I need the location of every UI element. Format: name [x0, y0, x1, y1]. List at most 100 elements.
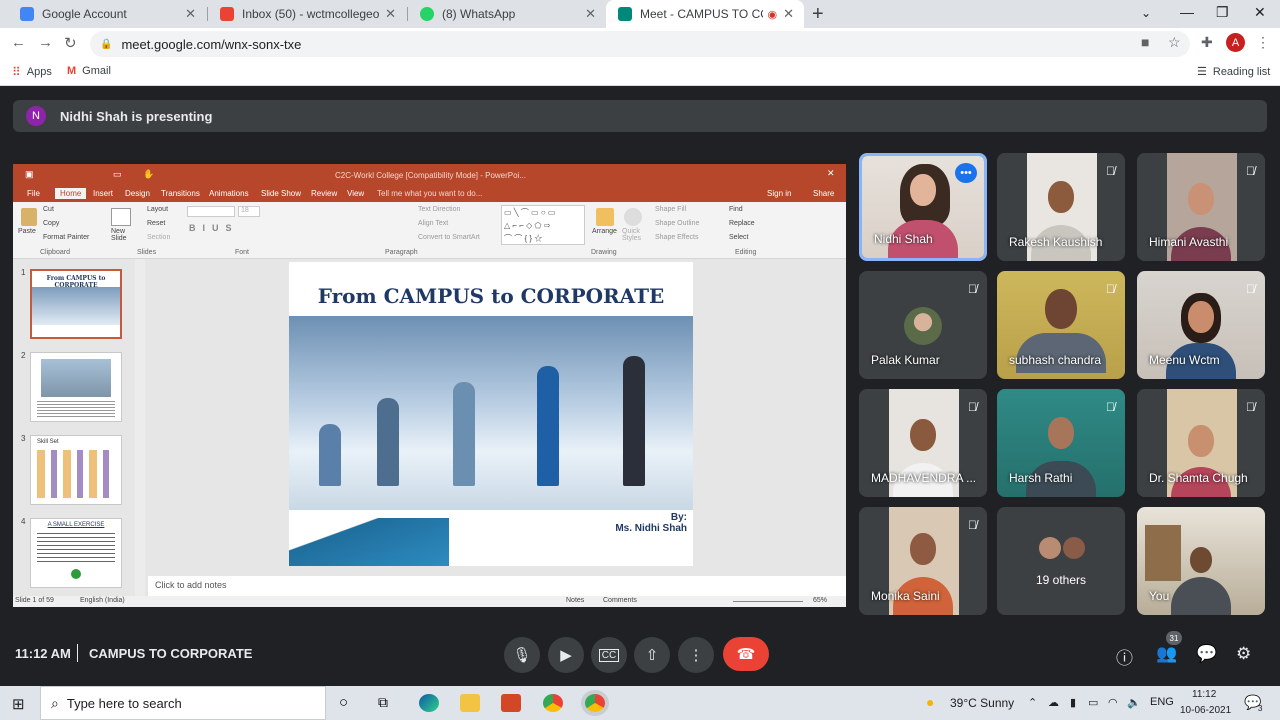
chat-icon: 💬 [1196, 644, 1218, 663]
tray-chevron-icon[interactable]: ⌃ [1028, 696, 1037, 709]
edge-icon[interactable] [419, 694, 439, 712]
close-tab-icon[interactable]: ✕ [585, 6, 596, 22]
powerpoint-taskbar-icon[interactable] [501, 694, 521, 712]
figure-student-3 [537, 366, 559, 486]
participant-tile-madhavendra[interactable]: 🎙̸ MADHAVENDRA ... [859, 389, 987, 497]
microphone-button[interactable]: 🎙 [504, 637, 540, 673]
quick-styles-icon [624, 208, 642, 226]
ppt-arrange: Arrange [592, 228, 617, 235]
ppt-replace: Replace [729, 220, 755, 227]
present-button[interactable]: ⇧ [634, 637, 670, 673]
windows-taskbar: ⊞ ⌕ Type here to search ○ ⧉ ● 39°C Sunny… [0, 686, 1280, 720]
thumb-number: 1 [21, 268, 26, 277]
tab-gmail-inbox[interactable]: Inbox (50) - wctmcollegeofmana ✕ [208, 0, 406, 28]
task-view-icon[interactable]: ⧉ [378, 694, 388, 711]
participant-tile-subhash-chandra[interactable]: 🎙̸ subhash chandra [997, 271, 1125, 379]
slide-thumbnail-4: A SMALL EXERCISE [30, 518, 122, 588]
slide-thumbnail-1: From CAMPUS to CORPORATE [30, 269, 122, 339]
participant-tile-harsh-rathi[interactable]: 🎙̸ Harsh Rathi [997, 389, 1125, 497]
bookmark-star-icon[interactable]: ☆ [1168, 34, 1181, 51]
participant-tile-palak-kumar[interactable]: 🎙̸ Palak Kumar [859, 271, 987, 379]
leave-call-button[interactable]: ☎ [723, 637, 769, 671]
slide-hero-image [289, 316, 693, 510]
ppt-tab-review: Review [311, 189, 338, 198]
close-window-button[interactable]: ✕ [1254, 4, 1266, 21]
cortana-icon[interactable]: ○ [339, 694, 348, 711]
tab-meet[interactable]: Meet - CAMPUS TO CORPOR ◉ ✕ [606, 0, 804, 28]
tab-title: Inbox (50) - wctmcollegeofmana [242, 7, 380, 21]
hang-up-icon: ☎ [736, 646, 756, 663]
people-button[interactable]: 👥 [1156, 644, 1177, 664]
ppt-new-slide: New Slide [111, 228, 127, 242]
thumb-number: 2 [21, 351, 26, 360]
tab-search-icon[interactable]: ⌄ [1141, 6, 1151, 20]
participant-name: Meenu Wctm [1149, 353, 1220, 367]
usb-icon[interactable]: ▮ [1070, 696, 1076, 709]
meeting-details-button[interactable]: ⓘ [1116, 644, 1133, 669]
back-button[interactable]: ← [11, 34, 26, 51]
participant-tile-nidhi-shah[interactable]: ••• Nidhi Shah [859, 153, 987, 261]
chrome-icon[interactable] [543, 694, 563, 712]
participant-tile-rakesh-kaushish[interactable]: 🎙̸ Rakesh Kaushish [997, 153, 1125, 261]
chrome-active-icon[interactable] [585, 694, 605, 712]
url-field[interactable]: 🔒 meet.google.com/wnx-sonx-txe [90, 31, 1190, 57]
chrome-menu-icon[interactable]: ⋮ [1256, 34, 1270, 51]
ppt-tab-slideshow: Slide Show [261, 189, 302, 198]
current-slide: From CAMPUS to CORPORATE By: Ms. Nidhi S… [289, 262, 693, 566]
search-icon: ⌕ [51, 694, 59, 711]
wifi-icon[interactable]: ◠ [1108, 696, 1118, 709]
taskbar-date[interactable]: 10-06-2021 [1180, 705, 1231, 716]
volume-icon[interactable]: 🔈 [1127, 696, 1141, 709]
close-tab-icon[interactable]: ✕ [783, 6, 794, 22]
close-tab-icon[interactable]: ✕ [385, 6, 396, 22]
maximize-button[interactable]: ❐ [1216, 4, 1229, 21]
reading-list[interactable]: ☰ Reading list [1197, 65, 1270, 79]
reload-button[interactable]: ↻ [64, 34, 77, 52]
extensions-icon[interactable]: ✚ [1201, 34, 1213, 51]
ppt-status-bar: Slide 1 of 59 English (India) Notes Comm… [13, 596, 846, 607]
recording-icon: ◉ [767, 8, 778, 21]
group-slides: Slides [137, 249, 157, 256]
ppt-tab-file: File [27, 189, 40, 198]
language-indicator[interactable]: ENG [1150, 696, 1174, 708]
close-tab-icon[interactable]: ✕ [185, 6, 196, 22]
minimize-button[interactable]: — [1180, 4, 1194, 20]
camera-icon[interactable]: ■ [1141, 34, 1149, 50]
info-icon: ⓘ [1116, 649, 1133, 668]
cloud-icon[interactable]: ☁ [1048, 696, 1059, 709]
profile-avatar[interactable]: A [1226, 33, 1245, 52]
more-options-icon[interactable]: ••• [955, 163, 977, 183]
activities-button[interactable]: ⚙ [1236, 644, 1251, 664]
taskbar-time[interactable]: 11:12 [1192, 689, 1216, 700]
slide-thumbnails: 1 From CAMPUS to CORPORATE 2 3 Skill Set… [13, 259, 148, 596]
participant-tile-others[interactable]: 19 others [997, 507, 1125, 615]
participant-tile-meenu-wctm[interactable]: 🎙̸ Meenu Wctm [1137, 271, 1265, 379]
group-drawing: Drawing [591, 249, 617, 256]
windows-start-icon[interactable]: ⊞ [12, 695, 25, 713]
bookmark-gmail[interactable]: M Gmail [67, 65, 111, 77]
taskbar-search-box[interactable]: ⌕ Type here to search [40, 686, 326, 720]
participant-tile-you[interactable]: You [1137, 507, 1265, 615]
ppt-tell-me: Tell me what you want to do... [377, 189, 483, 198]
participant-tile-monika-saini[interactable]: 🎙̸ Monika Saini [859, 507, 987, 615]
participant-tile-himani-avasthi[interactable]: 🎙̸ Himani Avasthi [1137, 153, 1265, 261]
captions-button[interactable]: CC [591, 637, 627, 673]
new-slide-icon [111, 208, 131, 226]
participant-tile-shamta-chugh[interactable]: 🎙̸ Dr. Shamta Chugh [1137, 389, 1265, 497]
camera-button[interactable]: ▶ [548, 637, 584, 673]
more-options-button[interactable]: ⋮ [678, 637, 714, 673]
presenting-banner: N Nidhi Shah is presenting [13, 100, 1267, 132]
file-explorer-icon[interactable] [460, 694, 480, 712]
weather-text[interactable]: 39°C Sunny [950, 696, 1014, 710]
battery-icon[interactable]: ▭ [1088, 696, 1098, 709]
bookmark-apps[interactable]: ⠿ Apps [12, 65, 52, 79]
notes-pane: Click to add notes [148, 576, 846, 596]
new-tab-button[interactable]: + [812, 3, 824, 26]
ppt-cut: Cut [43, 206, 54, 213]
tab-whatsapp[interactable]: (8) WhatsApp ✕ [408, 0, 606, 28]
chat-button[interactable]: 💬 [1196, 644, 1217, 664]
forward-button[interactable]: → [38, 34, 53, 51]
shapes-gallery-icon: ▭ ╲ ⌒ ▭ ○ ▭ △ ⌐ ⌐ ◇ ⬠ ⇨ ⌒ ⌒ { } ☆ [501, 205, 585, 245]
meeting-name: CAMPUS TO CORPORATE [89, 646, 253, 661]
tab-google-account[interactable]: Google Account ✕ [8, 0, 206, 28]
